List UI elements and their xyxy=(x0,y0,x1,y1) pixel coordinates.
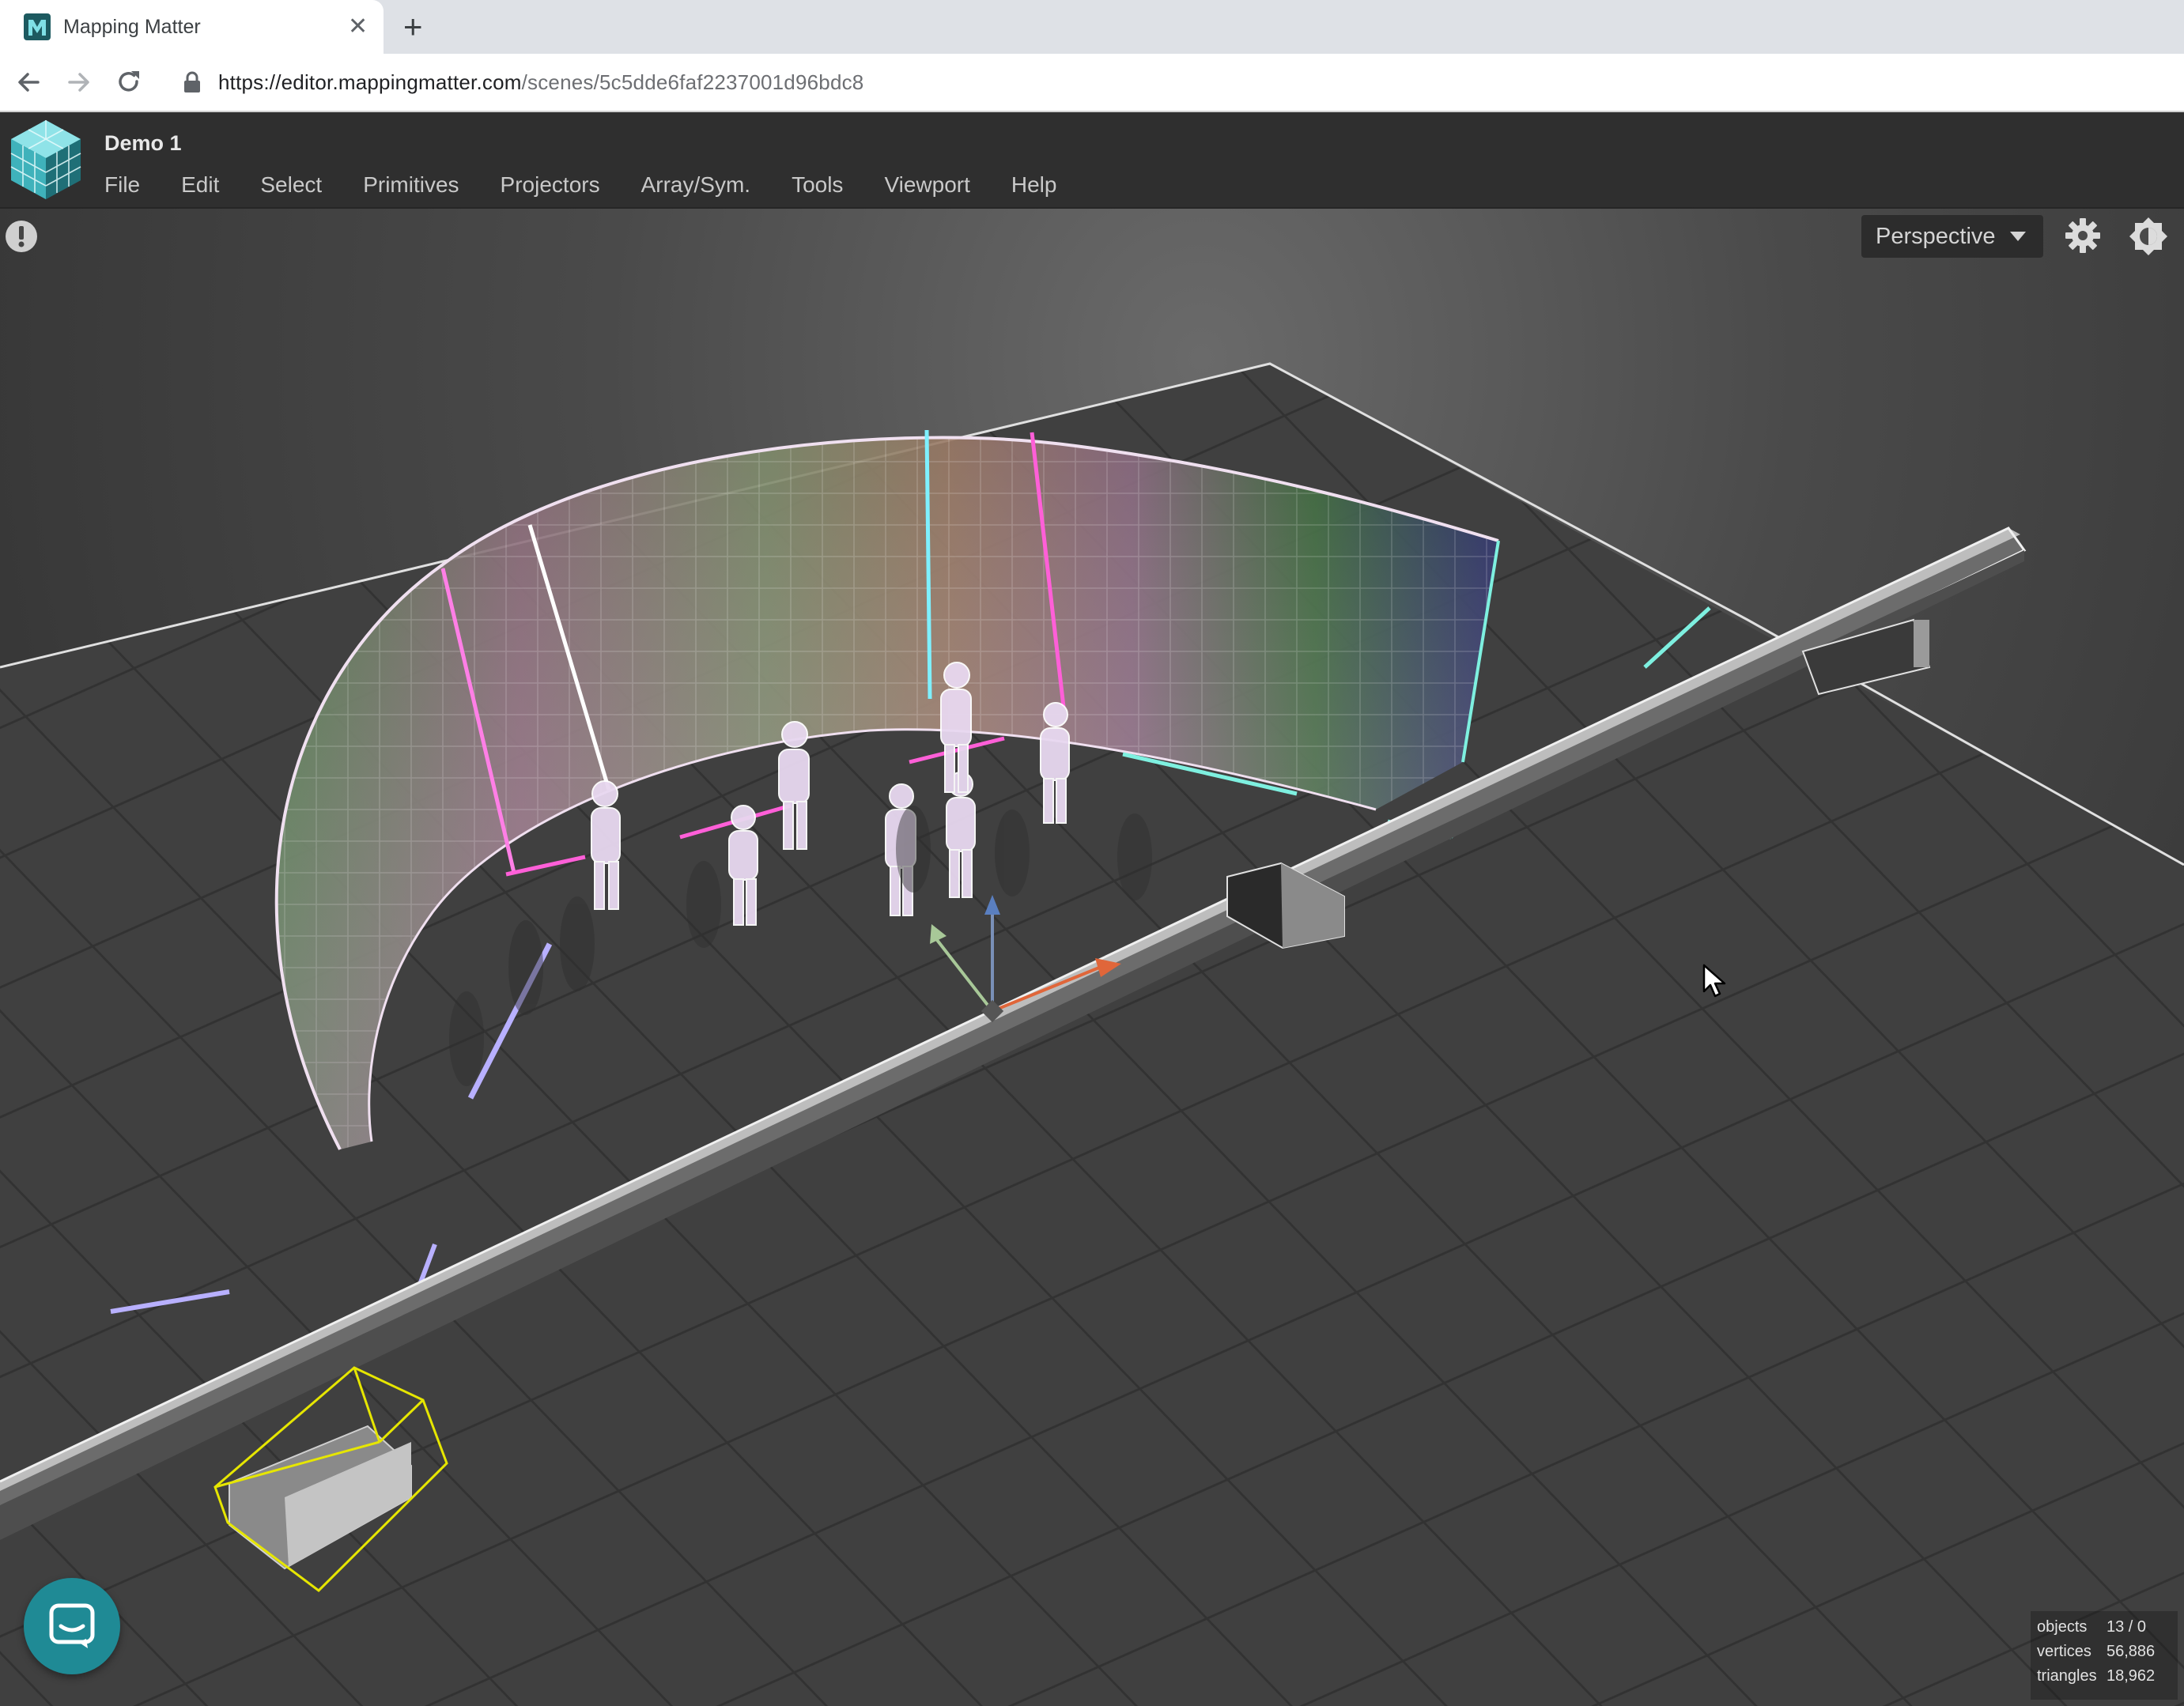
camera-mode-dropdown[interactable]: Perspective xyxy=(1861,215,2043,258)
url-host: https://editor.mappingmatter.com xyxy=(218,70,522,94)
tab-title: Mapping Matter xyxy=(63,16,201,38)
stat-vertices: vertices 56,886 xyxy=(2037,1642,2155,1661)
browser-tab[interactable]: Mapping Matter ✕ xyxy=(0,0,384,54)
cursor-icon xyxy=(1702,964,1726,998)
menu-primitives[interactable]: Primitives xyxy=(363,171,459,199)
tab-close-button[interactable]: ✕ xyxy=(348,13,368,41)
chat-icon xyxy=(49,1603,95,1648)
brightness-icon[interactable] xyxy=(2129,217,2168,256)
menu-bar: File Edit Select Primitives Projectors A… xyxy=(104,171,1098,199)
menu-select[interactable]: Select xyxy=(260,171,322,199)
menu-viewport[interactable]: Viewport xyxy=(884,171,969,199)
browser-tab-strip: Mapping Matter ✕ + xyxy=(0,0,2184,54)
stat-triangles-label: triangles xyxy=(2037,1667,2097,1685)
3d-viewport[interactable]: Perspective objects 13 / 0 vertices 56,8… xyxy=(0,209,2184,1706)
stat-objects-value: 13 / 0 xyxy=(2107,1618,2147,1636)
alert-icon[interactable] xyxy=(5,220,38,253)
mapping-matter-logo[interactable] xyxy=(6,119,85,201)
menu-array-sym[interactable]: Array/Sym. xyxy=(641,171,750,199)
stat-triangles-value: 18,962 xyxy=(2107,1667,2156,1685)
reload-icon[interactable] xyxy=(115,68,143,96)
stat-objects-label: objects xyxy=(2037,1618,2088,1636)
camera-mode-label: Perspective xyxy=(1876,224,1996,249)
app-header: Demo 1 File Edit Select Primitives Proje… xyxy=(0,112,2184,209)
new-tab-button[interactable]: + xyxy=(403,9,423,44)
url-path: /scenes/5c5dde6faf2237001d96bdc8 xyxy=(521,70,864,94)
forward-arrow-icon[interactable] xyxy=(65,68,93,96)
chat-launcher-button[interactable] xyxy=(24,1578,120,1674)
address-bar[interactable]: https://editor.mappingmatter.com/scenes/… xyxy=(218,70,863,95)
figure-3 xyxy=(778,721,810,850)
back-arrow-icon[interactable] xyxy=(14,68,43,96)
stat-vertices-label: vertices xyxy=(2037,1643,2091,1660)
figure-2 xyxy=(728,805,758,926)
project-title[interactable]: Demo 1 xyxy=(104,130,182,157)
browser-toolbar: https://editor.mappingmatter.com/scenes/… xyxy=(0,54,2184,112)
scene-stats-panel: objects 13 / 0 vertices 56,886 triangles 18… xyxy=(2031,1611,2178,1700)
stat-objects: objects 13 / 0 xyxy=(2037,1617,2146,1636)
scene-canvas[interactable] xyxy=(0,209,2184,1706)
menu-tools[interactable]: Tools xyxy=(792,171,843,199)
gear-icon[interactable] xyxy=(2064,217,2102,255)
chevron-down-icon xyxy=(2010,232,2026,241)
menu-file[interactable]: File xyxy=(104,171,140,199)
menu-help[interactable]: Help xyxy=(1011,171,1057,199)
menu-edit[interactable]: Edit xyxy=(181,171,219,199)
stat-vertices-value: 56,886 xyxy=(2107,1643,2156,1660)
menu-projectors[interactable]: Projectors xyxy=(501,171,600,199)
mapping-matter-favicon-icon xyxy=(24,13,51,40)
stat-triangles: triangles 18,962 xyxy=(2037,1666,2155,1685)
lock-icon[interactable] xyxy=(183,71,201,93)
